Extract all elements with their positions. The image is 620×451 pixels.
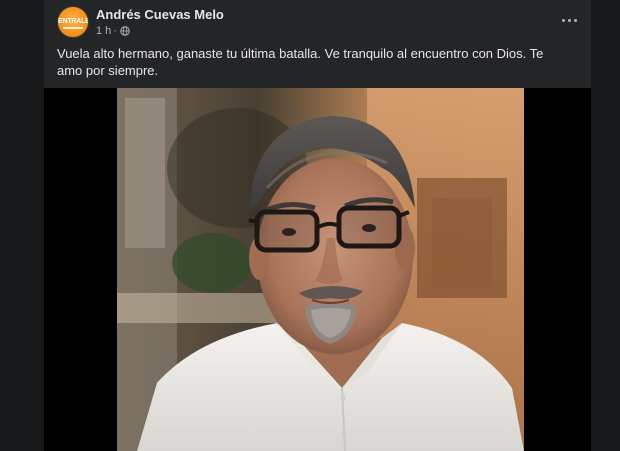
more-dot [567, 18, 571, 22]
post-text: Vuela alto hermano, ganaste tu última ba… [57, 46, 544, 78]
globe-icon[interactable] [120, 26, 130, 36]
post-media[interactable] [44, 88, 591, 451]
meta-separator: · [113, 25, 117, 37]
author-name[interactable]: Andrés Cuevas Melo [96, 7, 224, 22]
more-options-button[interactable] [557, 10, 581, 30]
post-meta: 1 h · [96, 25, 130, 37]
avatar-logo-stripe [63, 27, 83, 29]
post-card: ENTRALE Andrés Cuevas Melo 1 h · Vuela a… [44, 0, 591, 451]
more-dot [561, 18, 565, 22]
more-dot [573, 18, 577, 22]
author-avatar[interactable]: ENTRALE [57, 6, 89, 38]
post-header: ENTRALE Andrés Cuevas Melo 1 h · [44, 0, 591, 40]
post-photo[interactable] [117, 88, 524, 451]
avatar-logo-text: ENTRALE [58, 18, 89, 25]
post-time[interactable]: 1 h [96, 25, 111, 37]
